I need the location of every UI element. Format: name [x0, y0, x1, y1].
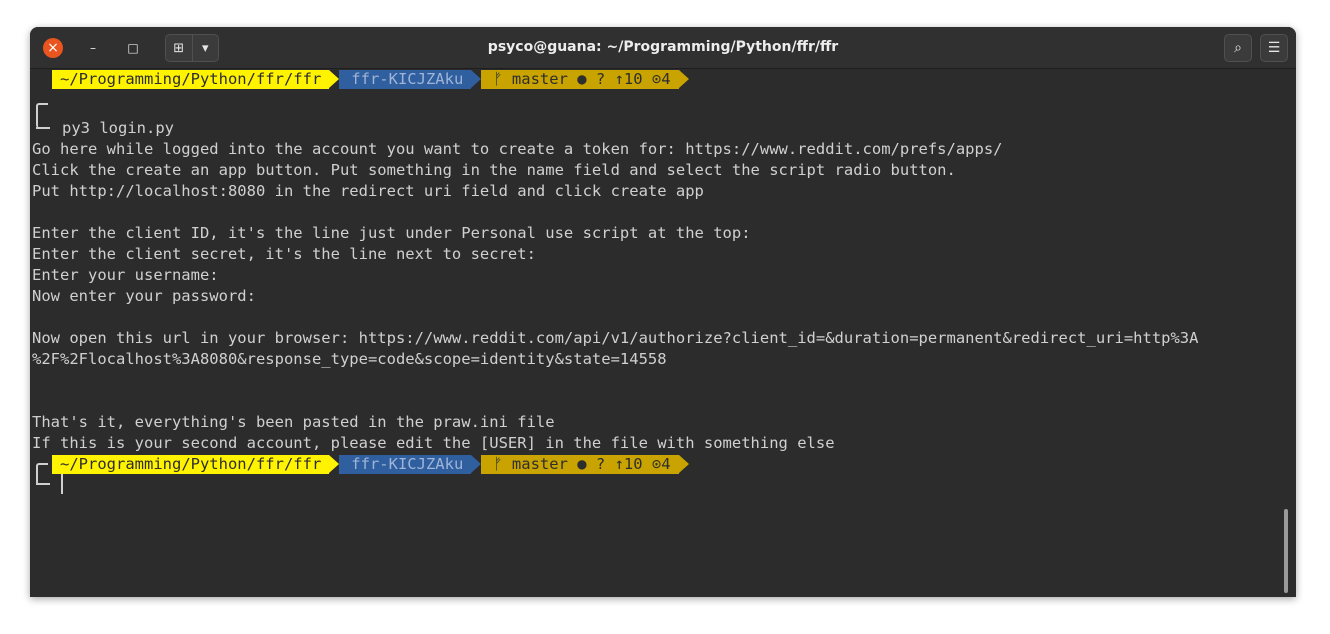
hamburger-menu-icon: ☰: [1267, 40, 1281, 56]
window-title: psyco@guana: ~/Programming/Python/ffr/ff…: [487, 39, 839, 55]
output-line: Click the create an app button. Put some…: [32, 161, 956, 179]
output-line: If this is your second account, please e…: [32, 434, 835, 452]
prompt-virtualenv: ffr-KICJZAku: [339, 70, 482, 89]
output-line: Go here while logged into the account yo…: [32, 140, 1003, 158]
search-icon: ⌕: [1234, 40, 1242, 56]
prompt-path: ~/Programming/Python/ffr/ffr: [52, 455, 340, 474]
scrollbar-thumb[interactable]: [1284, 509, 1288, 593]
output-line: Enter your username:: [32, 266, 219, 284]
prompt-bracket-top: [36, 103, 48, 128]
output-line: Enter the client ID, it's the line just …: [32, 224, 751, 242]
prompt-bracket-tail: [36, 127, 50, 129]
command-line: py3 login.py: [62, 119, 174, 137]
output-line: That's it, everything's been pasted in t…: [32, 413, 555, 431]
menu-button[interactable]: ☰: [1260, 34, 1288, 62]
prompt-bracket-top: [36, 463, 48, 485]
title-bar[interactable]: × – □ ⊞ ▾ psyco@guana: ~/Programming/Pyt…: [30, 27, 1296, 69]
prompt-line-1: ~/Programming/Python/ffr/ffr ffr-KICJZAk…: [52, 70, 689, 89]
output-line: Enter the client secret, it's the line n…: [32, 245, 536, 263]
terminal-window: × – □ ⊞ ▾ psyco@guana: ~/Programming/Pyt…: [30, 27, 1296, 597]
prompt-line-2: ~/Programming/Python/ffr/ffr ffr-KICJZAk…: [52, 455, 689, 474]
prompt-virtualenv: ffr-KICJZAku: [339, 455, 482, 474]
prompt-path: ~/Programming/Python/ffr/ffr: [52, 70, 340, 89]
output-line: Put http://localhost:8080 in the redirec…: [32, 182, 704, 200]
output-line: Now enter your password:: [32, 287, 256, 305]
terminal-output[interactable]: ~/Programming/Python/ffr/ffr ffr-KICJZAk…: [30, 69, 1296, 597]
text-cursor: [61, 474, 63, 494]
prompt-git-status: ᚠ master ● ? ↑10 ⊙4: [481, 455, 689, 474]
output-line: Now open this url in your browser: https…: [32, 329, 1199, 347]
prompt-git-status: ᚠ master ● ? ↑10 ⊙4: [481, 70, 689, 89]
search-button[interactable]: ⌕: [1224, 34, 1252, 62]
prompt-bracket-tail: [36, 483, 50, 485]
output-line: %2F%2Flocalhost%3A8080&response_type=cod…: [32, 350, 667, 368]
